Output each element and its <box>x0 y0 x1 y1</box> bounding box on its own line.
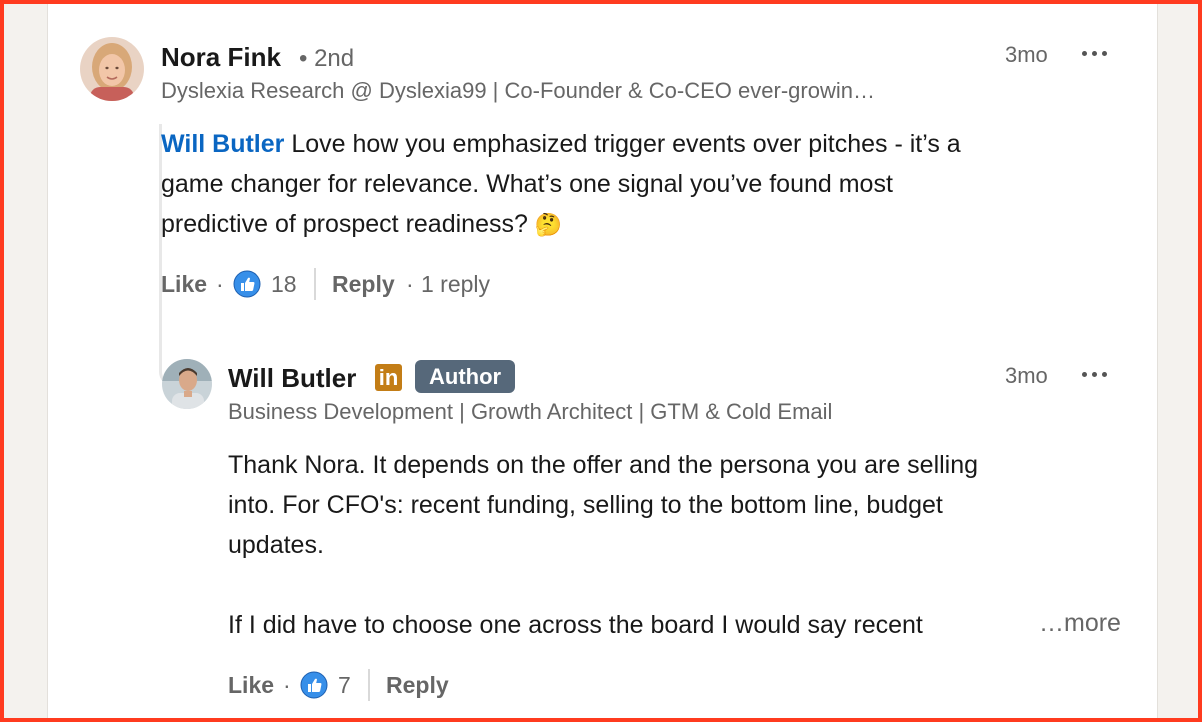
comment-body: Will Butler Love how you emphasized trig… <box>161 124 1151 245</box>
reply-reply-button[interactable]: Reply <box>386 672 449 699</box>
reply-timestamp: 3mo <box>1005 363 1048 388</box>
action-divider <box>314 268 316 300</box>
reply-author-name[interactable]: Will Butler <box>228 363 356 394</box>
like-reaction-icon[interactable] <box>300 671 328 699</box>
linkedin-premium-icon: in <box>375 364 402 391</box>
reply-text-line-3: updates. <box>228 531 324 559</box>
reply-text-line-4: If I did have to choose one across the b… <box>228 611 923 639</box>
comment-timestamp: 3mo <box>1005 42 1048 67</box>
thinking-emoji-icon: 🤔 <box>534 212 563 237</box>
reply-like-button[interactable]: Like <box>228 672 274 699</box>
nora-avatar[interactable] <box>80 37 144 101</box>
separator-dot: · <box>283 672 291 698</box>
action-divider <box>368 669 370 701</box>
reply-reaction-count[interactable]: 7 <box>338 672 351 699</box>
comment-author-name[interactable]: Nora Fink <box>161 42 281 73</box>
reply-text-line-1: Thank Nora. It depends on the offer and … <box>228 451 979 479</box>
separator-dot: · <box>216 271 224 297</box>
replies-count-link[interactable]: 1 reply <box>421 271 490 298</box>
will-avatar[interactable] <box>162 359 212 409</box>
comment-text-line-2: game changer for relevance. What’s one s… <box>161 170 893 198</box>
comment-reply-button[interactable]: Reply <box>332 271 395 298</box>
comment-more-options-icon[interactable] <box>1080 46 1112 62</box>
mention-link[interactable]: Will Butler <box>161 130 284 158</box>
reply-text-line-2: into. For CFO's: recent funding, selling… <box>228 491 943 519</box>
comment-like-button[interactable]: Like <box>161 271 207 298</box>
separator-dot: · <box>406 271 414 297</box>
connection-degree: • 2nd <box>299 45 355 72</box>
author-badge: Author <box>415 360 516 393</box>
comments-card: Nora Fink • 2nd Dyslexia Research @ Dysl… <box>47 4 1158 722</box>
reply-more-options-icon[interactable] <box>1080 367 1112 383</box>
comment-reaction-count[interactable]: 18 <box>271 271 297 298</box>
comment-author-headline: Dyslexia Research @ Dyslexia99 | Co-Foun… <box>161 78 875 103</box>
comment-text-line-3: predictive of prospect readiness? <box>161 210 528 238</box>
comment-text-line-1: Love how you emphasized trigger events o… <box>291 130 961 158</box>
like-reaction-icon[interactable] <box>233 270 261 298</box>
reply-author-headline: Business Development | Growth Architect … <box>228 399 833 424</box>
see-more-link[interactable]: …more <box>1039 609 1121 638</box>
